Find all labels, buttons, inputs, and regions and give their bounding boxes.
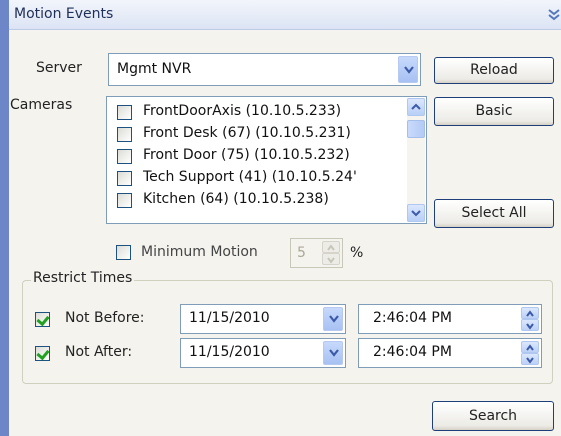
server-label: Server bbox=[36, 60, 82, 76]
server-dropdown-button[interactable] bbox=[398, 56, 418, 83]
chevron-down-icon bbox=[329, 349, 339, 357]
camera-list-item[interactable]: Front Door (75) (10.10.5.232) bbox=[117, 147, 407, 169]
camera-label: Front Desk (67) (10.10.5.231) bbox=[143, 125, 351, 141]
camera-label: Kitchen (64) (10.10.5.238) bbox=[143, 191, 329, 207]
cameras-label: Cameras bbox=[10, 97, 73, 113]
camera-list-item[interactable]: FrontDoorAxis (10.10.5.233) bbox=[117, 103, 407, 125]
search-button[interactable]: Search bbox=[432, 401, 554, 431]
minimum-motion-checkbox[interactable] bbox=[116, 245, 131, 260]
not-before-time: 2:46:04 PM bbox=[373, 310, 452, 326]
panel-left-bar bbox=[0, 0, 9, 436]
not-before-date: 11/15/2010 bbox=[189, 310, 270, 326]
server-selected-value: Mgmt NVR bbox=[117, 61, 192, 77]
minimum-motion-unit: % bbox=[350, 245, 364, 261]
spinner-arrows-icon[interactable] bbox=[521, 307, 539, 331]
chevron-down-icon bbox=[404, 65, 414, 74]
not-before-date-dropdown[interactable] bbox=[323, 307, 343, 331]
restrict-times-title: Restrict Times bbox=[31, 270, 135, 286]
spinner-arrows-icon[interactable] bbox=[521, 341, 539, 365]
panel-title: Motion Events bbox=[14, 6, 114, 22]
minimum-motion-spinner[interactable]: 5 bbox=[290, 238, 343, 268]
not-after-time: 2:46:04 PM bbox=[373, 344, 452, 360]
camera-label: Tech Support (41) (10.10.5.24' bbox=[143, 169, 357, 185]
chevron-down-icon bbox=[329, 315, 339, 323]
scroll-up-button[interactable] bbox=[407, 98, 425, 116]
cameras-scrollbar[interactable] bbox=[407, 98, 425, 222]
camera-label: FrontDoorAxis (10.10.5.233) bbox=[143, 103, 342, 119]
chevron-down-icon bbox=[411, 210, 421, 217]
camera-list-item[interactable]: Kitchen (64) (10.10.5.238) bbox=[117, 191, 407, 213]
not-before-checkbox[interactable] bbox=[35, 312, 50, 327]
motion-events-panel: Motion Events Server Mgmt NVR Reload Cam… bbox=[0, 0, 561, 436]
scroll-thumb[interactable] bbox=[407, 120, 425, 138]
camera-checkbox[interactable] bbox=[117, 105, 132, 120]
panel-header[interactable]: Motion Events bbox=[9, 0, 561, 30]
camera-checkbox[interactable] bbox=[117, 193, 132, 208]
basic-button[interactable]: Basic bbox=[434, 97, 554, 126]
select-all-button[interactable]: Select All bbox=[434, 199, 554, 228]
not-after-checkbox[interactable] bbox=[35, 346, 50, 361]
camera-list-item[interactable]: Tech Support (41) (10.10.5.24' bbox=[117, 169, 407, 191]
reload-button[interactable]: Reload bbox=[434, 57, 554, 84]
camera-checkbox[interactable] bbox=[117, 127, 132, 142]
scroll-down-button[interactable] bbox=[407, 204, 425, 222]
camera-checkbox[interactable] bbox=[117, 171, 132, 186]
minimum-motion-value: 5 bbox=[297, 245, 306, 261]
camera-checkbox[interactable] bbox=[117, 149, 132, 164]
not-before-time-spinner[interactable]: 2:46:04 PM bbox=[358, 304, 542, 334]
cameras-list[interactable]: FrontDoorAxis (10.10.5.233) Front Desk (… bbox=[106, 96, 427, 224]
chevron-up-icon bbox=[411, 103, 421, 110]
not-after-time-spinner[interactable]: 2:46:04 PM bbox=[358, 338, 542, 368]
camera-list-item[interactable]: Front Desk (67) (10.10.5.231) bbox=[117, 125, 407, 147]
spinner-arrows-icon[interactable] bbox=[322, 241, 340, 265]
minimum-motion-label: Minimum Motion bbox=[141, 244, 258, 260]
not-after-date-dropdown[interactable] bbox=[323, 341, 343, 365]
not-after-date: 11/15/2010 bbox=[189, 344, 270, 360]
not-after-date-picker[interactable]: 11/15/2010 bbox=[180, 338, 346, 368]
not-before-date-picker[interactable]: 11/15/2010 bbox=[180, 304, 346, 334]
camera-label: Front Door (75) (10.10.5.232) bbox=[143, 147, 350, 163]
not-after-label: Not After: bbox=[65, 344, 133, 360]
double-chevron-down-icon[interactable] bbox=[546, 7, 561, 23]
server-select[interactable]: Mgmt NVR bbox=[108, 53, 421, 86]
not-before-label: Not Before: bbox=[65, 310, 145, 326]
